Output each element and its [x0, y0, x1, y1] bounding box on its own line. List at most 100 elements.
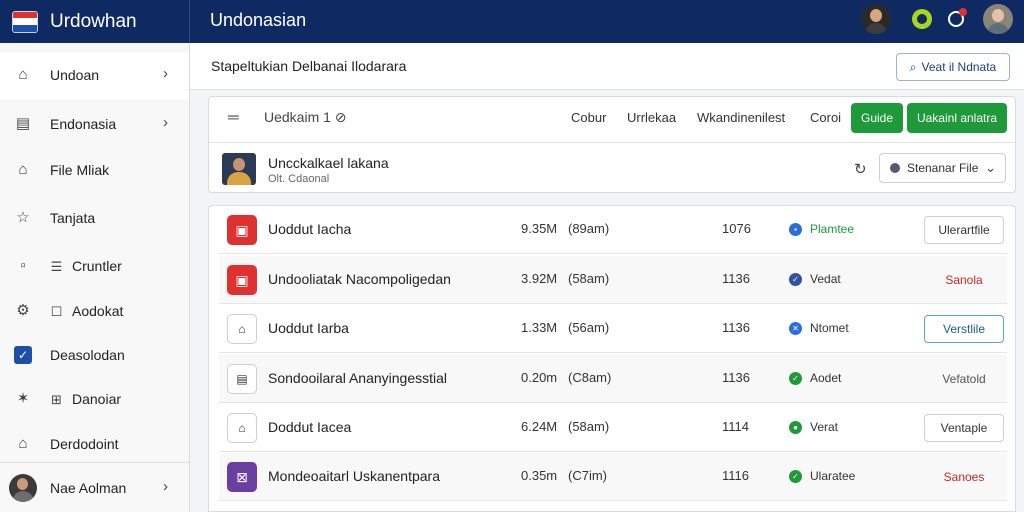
verify-button-label: Veat il Ndnata [921, 60, 997, 74]
status-label: Plamtee [810, 222, 855, 236]
sidebar-item-danoiar[interactable]: ✶ ⊞ Danoiar [0, 377, 189, 423]
status-icon: ✓ [789, 470, 802, 483]
sidebar-item-label: Cruntler [72, 258, 122, 274]
building-icon: ⌂ [18, 435, 28, 452]
row-action-button[interactable]: Verstlile [924, 315, 1004, 343]
checkbox-icon: ☐ [50, 304, 63, 319]
file-list: ▣ Uoddut Iacha 9.35M (89am) 1076 ▪ Plamt… [208, 205, 1016, 512]
toolbar-title: Uedkaim 1 ⊘ [264, 109, 347, 125]
file-name: Doddut Iacea [268, 419, 352, 435]
file-select[interactable]: Stenanar File ⌄ [879, 153, 1006, 183]
file-duration: (89am) [568, 221, 610, 236]
file-select-value: Stenanar File [907, 161, 979, 175]
file-type-icon: ▣ [227, 215, 257, 245]
flag-icon [12, 10, 38, 33]
sidebar-footer-user[interactable]: Nae Aolman › [0, 466, 189, 512]
topbar-divider [189, 0, 190, 43]
list-item[interactable]: ▣ Undooliatak Nacompoligedan 3.92M (58am… [219, 256, 1007, 304]
status-icon: ▪ [789, 223, 802, 236]
status-label: Vedat [810, 272, 841, 286]
menu-icon[interactable]: ═ [228, 109, 239, 126]
sidebar-item-label: Tanjata [50, 210, 96, 226]
file-size: 0.35m [521, 468, 558, 483]
brand[interactable]: Urdowhan [0, 0, 190, 43]
file-count: 1116 [722, 468, 749, 483]
status-label: Verat [810, 420, 839, 434]
divider [209, 142, 1015, 143]
sidebar-item-label: Danoiar [72, 391, 122, 407]
row-action-button[interactable]: Ulerartfile [924, 216, 1004, 244]
profile-avatar[interactable] [983, 4, 1013, 34]
chevron-right-icon: › [163, 114, 168, 131]
upload-button[interactable]: Uakainl anlatra [907, 103, 1007, 133]
sidebar-item-aodokat[interactable]: ⚙ ☐ Aodokat [0, 289, 189, 335]
avatar [9, 474, 37, 502]
guide-button[interactable]: Guide [851, 103, 903, 133]
search-icon: ⌕ [909, 59, 917, 74]
star-icon: ☆ [16, 209, 30, 226]
status-icon: ✓ [789, 273, 802, 286]
file-count: 1136 [722, 271, 750, 286]
status-ring-icon[interactable] [912, 9, 932, 29]
refresh-icon[interactable]: ↻ [854, 160, 867, 178]
toolbar-link-wkandinenilest[interactable]: Wkandinenilest [697, 110, 785, 125]
list-item[interactable]: ▣ Uoddut Iacha 9.35M (89am) 1076 ▪ Plamt… [219, 206, 1007, 254]
checked-box-icon: ✓ [14, 346, 32, 364]
sidebar-item-endonasia[interactable]: ▤ Endonasia › [0, 102, 189, 148]
file-size: 0.20m [521, 370, 558, 385]
page-subtitle: Stapeltukian Delbanai Ilodarara [211, 58, 407, 74]
row-action-link[interactable]: Sanola [924, 266, 1004, 294]
sidebar-item-label: Undoan [50, 67, 100, 83]
page-header: Stapeltukian Delbanai Ilodarara ⌕ Veat i… [190, 43, 1024, 90]
file-size: 9.35M [521, 221, 558, 236]
sidebar-item-file-mliak[interactable]: ⌂ File Mliak [0, 148, 189, 194]
file-type-icon: ⌂ [227, 314, 257, 344]
sidebar-item-label: Deasolodan [50, 347, 125, 363]
toolbar-link-urrlekaa[interactable]: Urrlekaa [627, 110, 676, 125]
page-title: Undonasian [210, 10, 307, 30]
file-size: 1.33M [521, 320, 558, 335]
list-item[interactable]: ⊠ Mondeoaitarl Uskanentpara 0.35m (C7im)… [219, 453, 1007, 501]
divider [0, 462, 189, 463]
sidebar-item-label: Aodokat [72, 303, 124, 319]
document-icon: ▤ [15, 115, 31, 132]
list-item[interactable]: ⌂ Doddut Iacea 6.24M (58am) 1114 ● Verat… [219, 404, 1007, 452]
toolbar-link-cobur[interactable]: Cobur [571, 110, 606, 125]
profile-name: Uncckalkael lakana [268, 155, 389, 171]
file-duration: (C8am) [568, 370, 612, 385]
row-action-link[interactable]: Sanoes [924, 463, 1004, 491]
user-avatar[interactable] [861, 4, 891, 34]
sidebar-item-label: File Mliak [50, 162, 110, 178]
file-type-icon: ⊠ [227, 462, 257, 492]
list-item[interactable]: ⌂ Uoddut Iarba 1.33M (56am) 1136 ✕ Ntome… [219, 305, 1007, 353]
sidebar-item-deasolodan[interactable]: ✓ Deasolodan [0, 333, 189, 379]
toolbar-link-coroi[interactable]: Coroi [810, 110, 841, 125]
file-duration: (56am) [568, 320, 610, 335]
profile-subtitle: Olt. Cdaonal [268, 173, 330, 185]
row-action-link[interactable]: Vefatold [924, 365, 1004, 393]
home-icon: ⌂ [18, 161, 28, 178]
status-icon: ✕ [789, 322, 802, 335]
sidebar-item-tanjata[interactable]: ☆ Tanjata [0, 196, 189, 242]
sidebar-item-undoan[interactable]: ⌂ Undoan › [0, 53, 189, 99]
notification-badge [959, 8, 967, 16]
sidebar: ⌂ Undoan › ▤ Endonasia › ⌂ File Mliak ☆ … [0, 43, 190, 512]
chevron-right-icon: › [163, 65, 168, 82]
file-duration: (C7im) [568, 468, 607, 483]
square-icon: ▫ [20, 257, 26, 274]
footer-user-name: Nae Aolman [50, 480, 127, 496]
row-action-button[interactable]: Ventaple [924, 414, 1004, 442]
file-name: Mondeoaitarl Uskanentpara [268, 468, 440, 484]
file-count: 1136 [722, 320, 750, 335]
list-item[interactable]: ▤ Sondooilaral Ananyingesstial 0.20m (C8… [219, 355, 1007, 403]
status-icon: ● [789, 421, 802, 434]
verify-button[interactable]: ⌕ Veat il Ndnata [896, 53, 1010, 81]
sidebar-item-cruntler[interactable]: ▫ ☰ Cruntler [0, 244, 189, 290]
sidebar-item-label: Derdodoint [50, 436, 119, 452]
sparkle-icon: ✶ [16, 390, 30, 407]
file-name: Sondooilaral Ananyingesstial [268, 370, 448, 386]
file-count: 1114 [722, 419, 749, 434]
avatar [222, 153, 256, 185]
file-duration: (58am) [568, 419, 610, 434]
grid-icon: ⊞ [51, 392, 62, 407]
